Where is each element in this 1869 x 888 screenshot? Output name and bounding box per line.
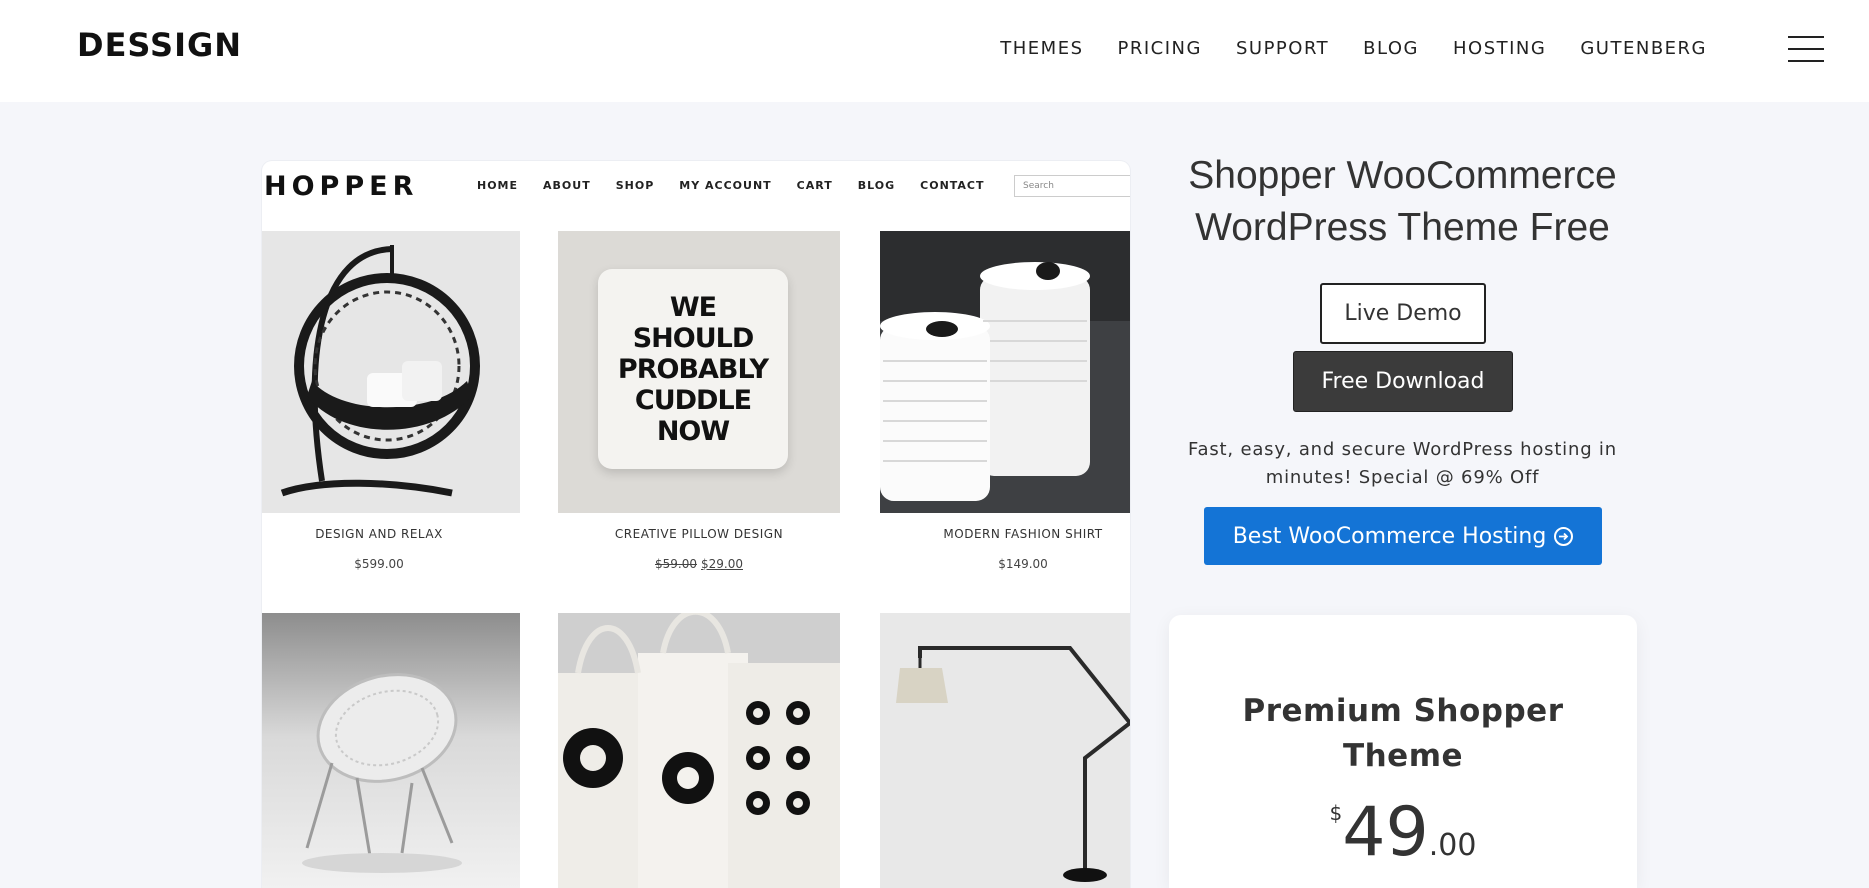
preview-nav-item: MY ACCOUNT [679,179,772,192]
preview-nav-item: BLOG [857,179,896,192]
hosting-promo-text: Fast, easy, and secure WordPress hosting… [1188,439,1617,488]
pillow-text: CUDDLE [634,384,752,416]
price-integer: 49 [1342,793,1429,872]
premium-theme-card: Premium Shopper Theme $49.00 [1169,615,1637,888]
product-image-tote-bags [558,613,840,888]
nav-item-gutenberg[interactable]: GUTENBERG [1580,38,1707,59]
nav-item-themes[interactable]: THEMES [1000,38,1083,59]
product-name: CREATIVE PILLOW DESIGN [614,527,784,541]
preview-nav-item: CART [796,179,833,192]
hamburger-line [1788,60,1824,62]
preview-logo: HOPPER [264,171,419,202]
pillow-text: NOW [656,415,730,447]
preview-nav-item: CONTACT [920,179,985,192]
premium-title-line-2: Theme [1342,738,1464,774]
product-price: $59.00 $29.00 [558,557,840,571]
hamburger-line [1788,36,1824,38]
hamburger-line [1788,48,1824,50]
product-sale-price: $29.00 [701,557,743,571]
preview-nav: HOME ABOUT SHOP MY ACCOUNT CART BLOG CON… [477,179,985,192]
hosting-button-label: Best WooCommerce Hosting [1232,523,1547,549]
theme-preview-image: HOPPER HOME ABOUT SHOP MY ACCOUNT CART B… [262,161,1130,888]
preview-nav-item: ABOUT [543,179,591,192]
nav-item-blog[interactable]: BLOG [1363,38,1419,59]
product-image-floor-lamp [880,613,1130,888]
product-image-hanging-chair [262,231,520,513]
best-woocommerce-hosting-button[interactable]: Best WooCommerce Hosting [1204,507,1602,565]
pillow-text: WE [669,291,717,323]
product-price: $149.00 [998,557,1048,571]
product-image-pillow: WE SHOULD PROBABLY CUDDLE NOW [558,231,840,513]
preview-nav-item: SHOP [615,179,655,192]
hamburger-menu-icon[interactable] [1788,36,1824,62]
main-nav: THEMES PRICING SUPPORT BLOG HOSTING GUTE… [1000,38,1707,59]
premium-theme-title: Premium Shopper Theme [1169,689,1637,779]
preview-search-box: Search [1014,175,1130,197]
theme-title-line-2: WordPress Theme Free [1195,206,1610,249]
premium-price: $49.00 [1169,793,1637,873]
product-name: DESIGN AND RELAX [315,527,443,541]
nav-item-support[interactable]: SUPPORT [1236,38,1329,59]
pillow-text: SHOULD [632,322,755,354]
product-name: MODERN FASHION SHIRT [943,527,1103,541]
theme-title: Shopper WooCommerce WordPress Theme Free [1140,150,1665,254]
site-logo[interactable]: DESSIGN [77,26,242,64]
pillow-text: PROBABLY [617,353,769,385]
nav-item-pricing[interactable]: PRICING [1118,38,1202,59]
site-header: DESSIGN THEMES PRICING SUPPORT BLOG HOST… [0,0,1869,102]
product-price: $599.00 [354,557,404,571]
product-old-price: $59.00 [655,557,697,571]
nav-item-hosting[interactable]: HOSTING [1453,38,1546,59]
arrow-circle-right-icon [1554,526,1574,546]
live-demo-button[interactable]: Live Demo [1320,283,1486,344]
price-cents: .00 [1428,828,1477,863]
theme-title-line-1: Shopper WooCommerce [1188,154,1617,197]
price-currency: $ [1329,801,1343,825]
premium-title-line-1: Premium Shopper [1242,693,1564,729]
preview-nav-item: HOME [477,179,519,192]
product-image-wire-chair [262,613,520,888]
free-download-button[interactable]: Free Download [1293,351,1513,412]
product-image-canisters [880,231,1130,513]
pillow-shape: WE SHOULD PROBABLY CUDDLE NOW [598,269,788,469]
